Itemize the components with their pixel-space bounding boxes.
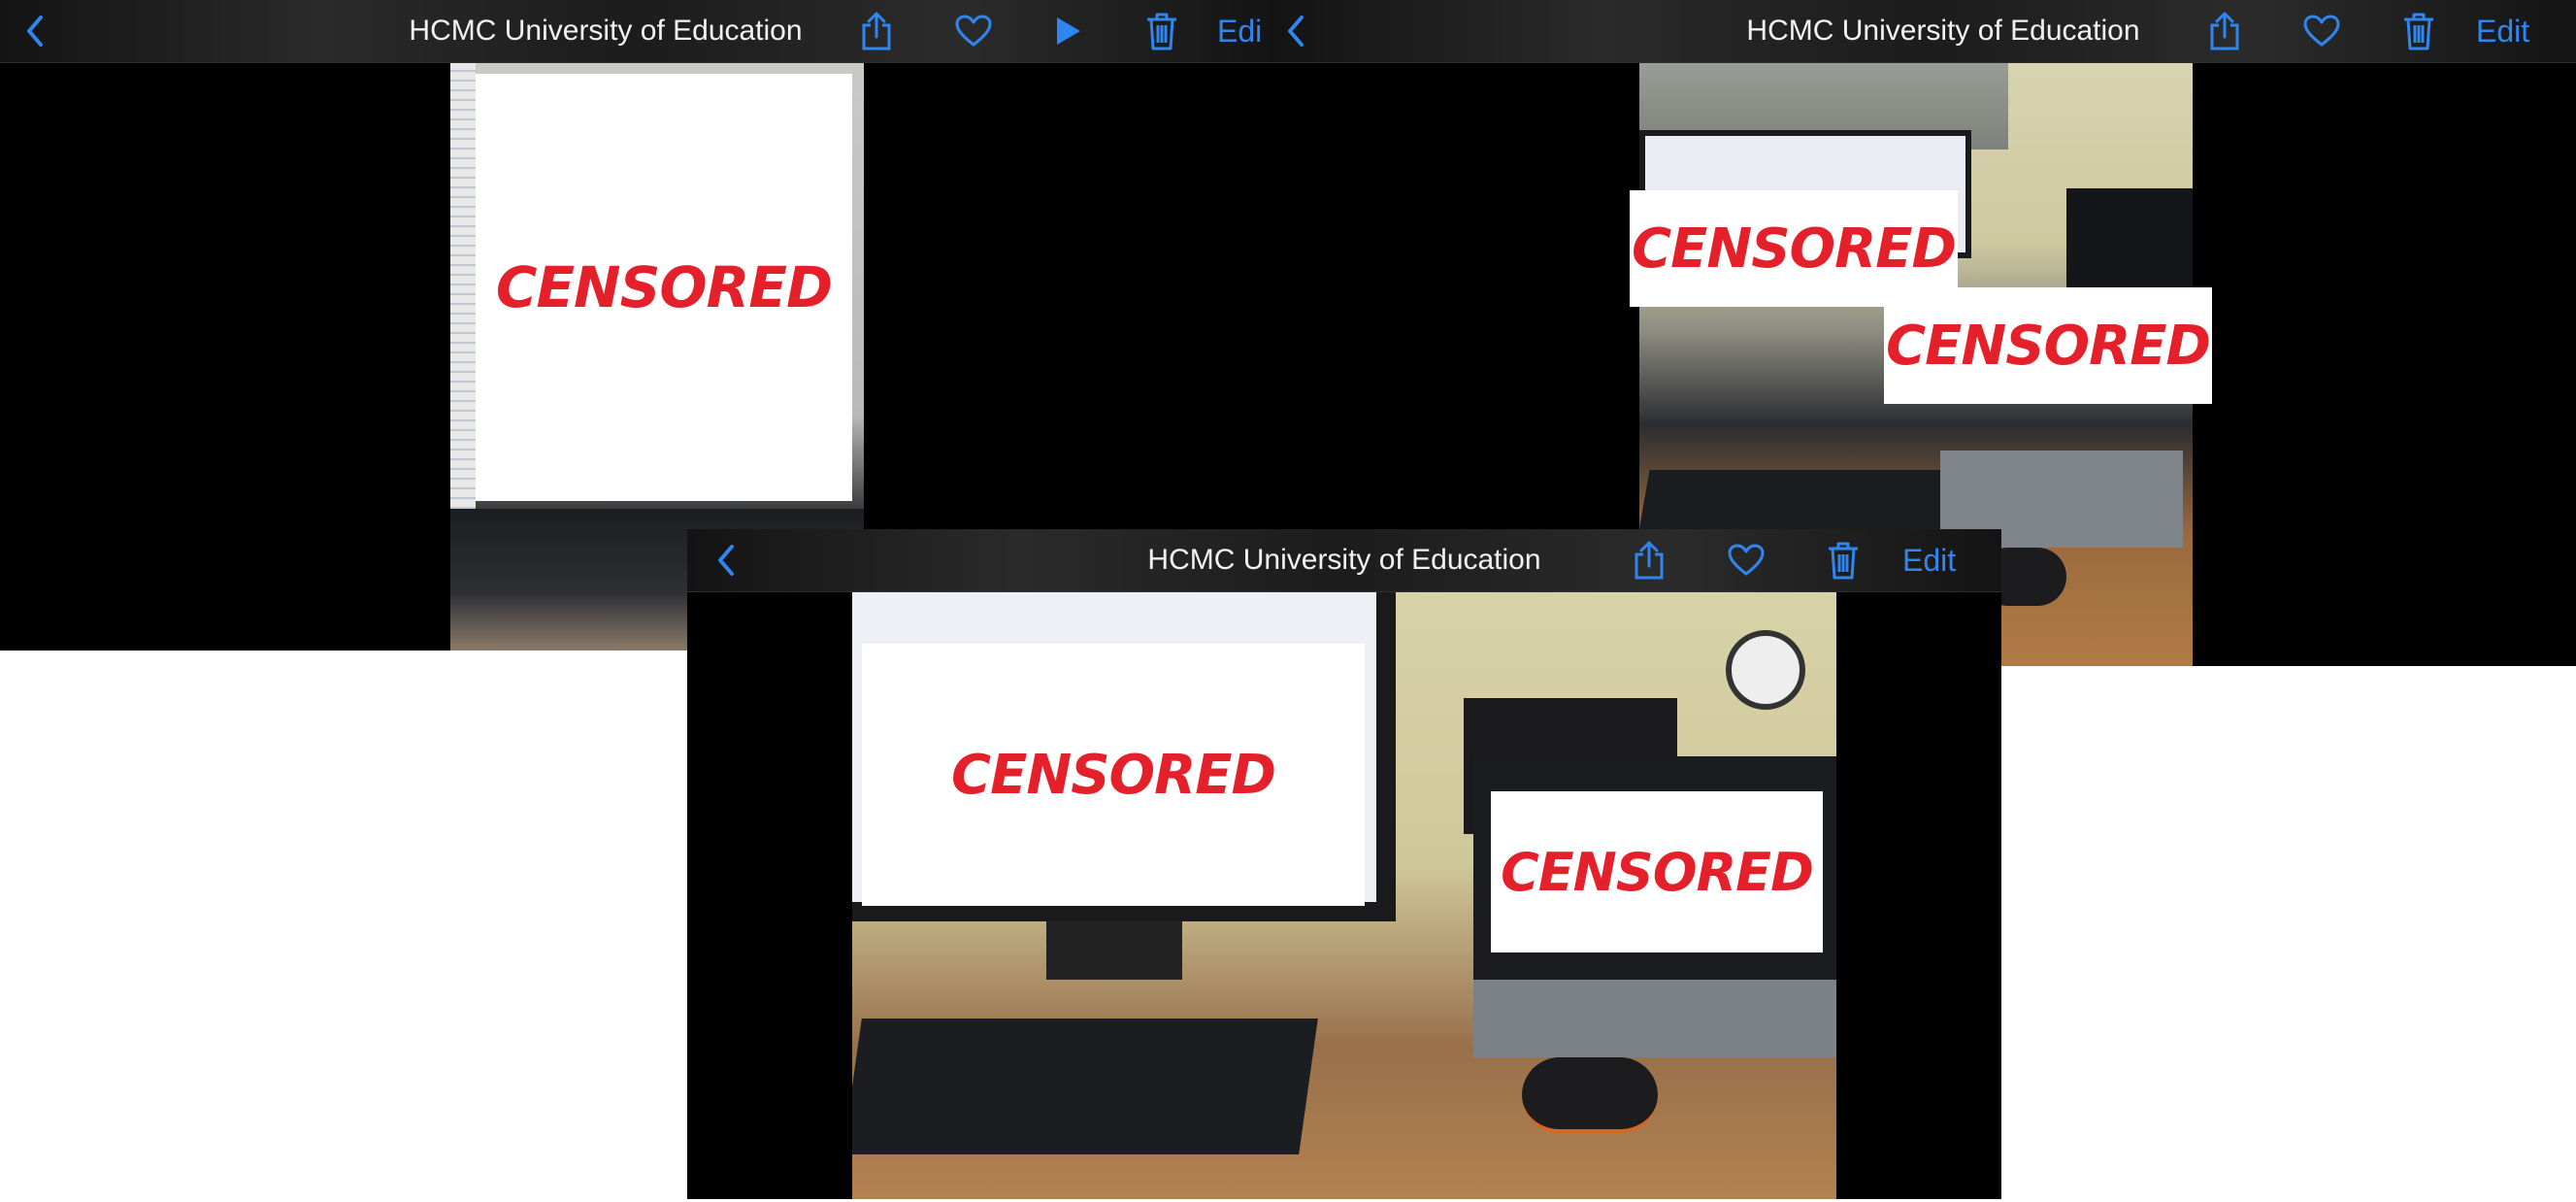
share-icon <box>862 12 891 50</box>
censor-box: CENSORED <box>1884 287 2212 404</box>
back-button[interactable] <box>705 529 747 591</box>
play-button[interactable] <box>1044 0 1093 62</box>
share-button[interactable] <box>1625 529 1673 591</box>
page-title: HCMC University of Education <box>1746 15 2140 47</box>
screen-edge <box>450 62 476 509</box>
favorite-button[interactable] <box>949 0 998 62</box>
laptop-base <box>1473 980 1836 1057</box>
heart-icon <box>1728 544 1765 576</box>
delete-button[interactable] <box>1819 529 1867 591</box>
favorite-button[interactable] <box>2297 0 2346 62</box>
trash-icon <box>1829 542 1858 580</box>
censor-box: CENSORED <box>1491 791 1823 952</box>
page-title: HCMC University of Education <box>1147 544 1541 576</box>
censor-label: CENSORED <box>950 743 1276 807</box>
heart-icon <box>2303 15 2340 47</box>
back-button[interactable] <box>14 0 56 62</box>
keyboard <box>852 1018 1318 1154</box>
edit-button[interactable]: Edit <box>1902 529 1956 591</box>
censor-label: CENSORED <box>1885 314 2211 378</box>
top-toolbar: HCMC University of Education Edit <box>687 529 2001 592</box>
censor-box: CENSORED <box>862 644 1365 906</box>
favorite-button[interactable] <box>1722 529 1770 591</box>
delete-button[interactable] <box>2394 0 2443 62</box>
photo-viewer-3: CENSORED CENSORED HCMC University of Edu… <box>687 529 2001 1199</box>
heart-icon <box>955 15 992 47</box>
censor-label: CENSORED <box>495 254 833 320</box>
edit-button[interactable]: Edit <box>2476 0 2529 62</box>
mouse <box>1522 1057 1658 1133</box>
chevron-left-icon <box>718 545 734 576</box>
trash-icon <box>2404 13 2433 50</box>
play-icon <box>1057 17 1080 45</box>
censor-label: CENSORED <box>1631 217 1957 281</box>
top-toolbar: HCMC University of Education Edi <box>0 0 1276 63</box>
page-title: HCMC University of Education <box>409 15 803 47</box>
share-button[interactable] <box>2200 0 2249 62</box>
censor-box: CENSORED <box>476 74 852 501</box>
share-button[interactable] <box>852 0 901 62</box>
chevron-left-icon <box>1288 16 1304 47</box>
chevron-left-icon <box>27 16 43 47</box>
edit-button[interactable]: Edi <box>1217 0 1262 62</box>
share-icon <box>2210 12 2239 50</box>
monitor-stand <box>1046 921 1182 980</box>
delete-button[interactable] <box>1138 0 1186 62</box>
trash-icon <box>1147 13 1176 50</box>
back-button[interactable] <box>1276 0 1315 62</box>
share-icon <box>1635 541 1664 580</box>
top-toolbar: HCMC University of Education Edit <box>1276 0 2576 63</box>
censor-label: CENSORED <box>1501 841 1814 903</box>
wall-clock <box>1726 630 1805 710</box>
